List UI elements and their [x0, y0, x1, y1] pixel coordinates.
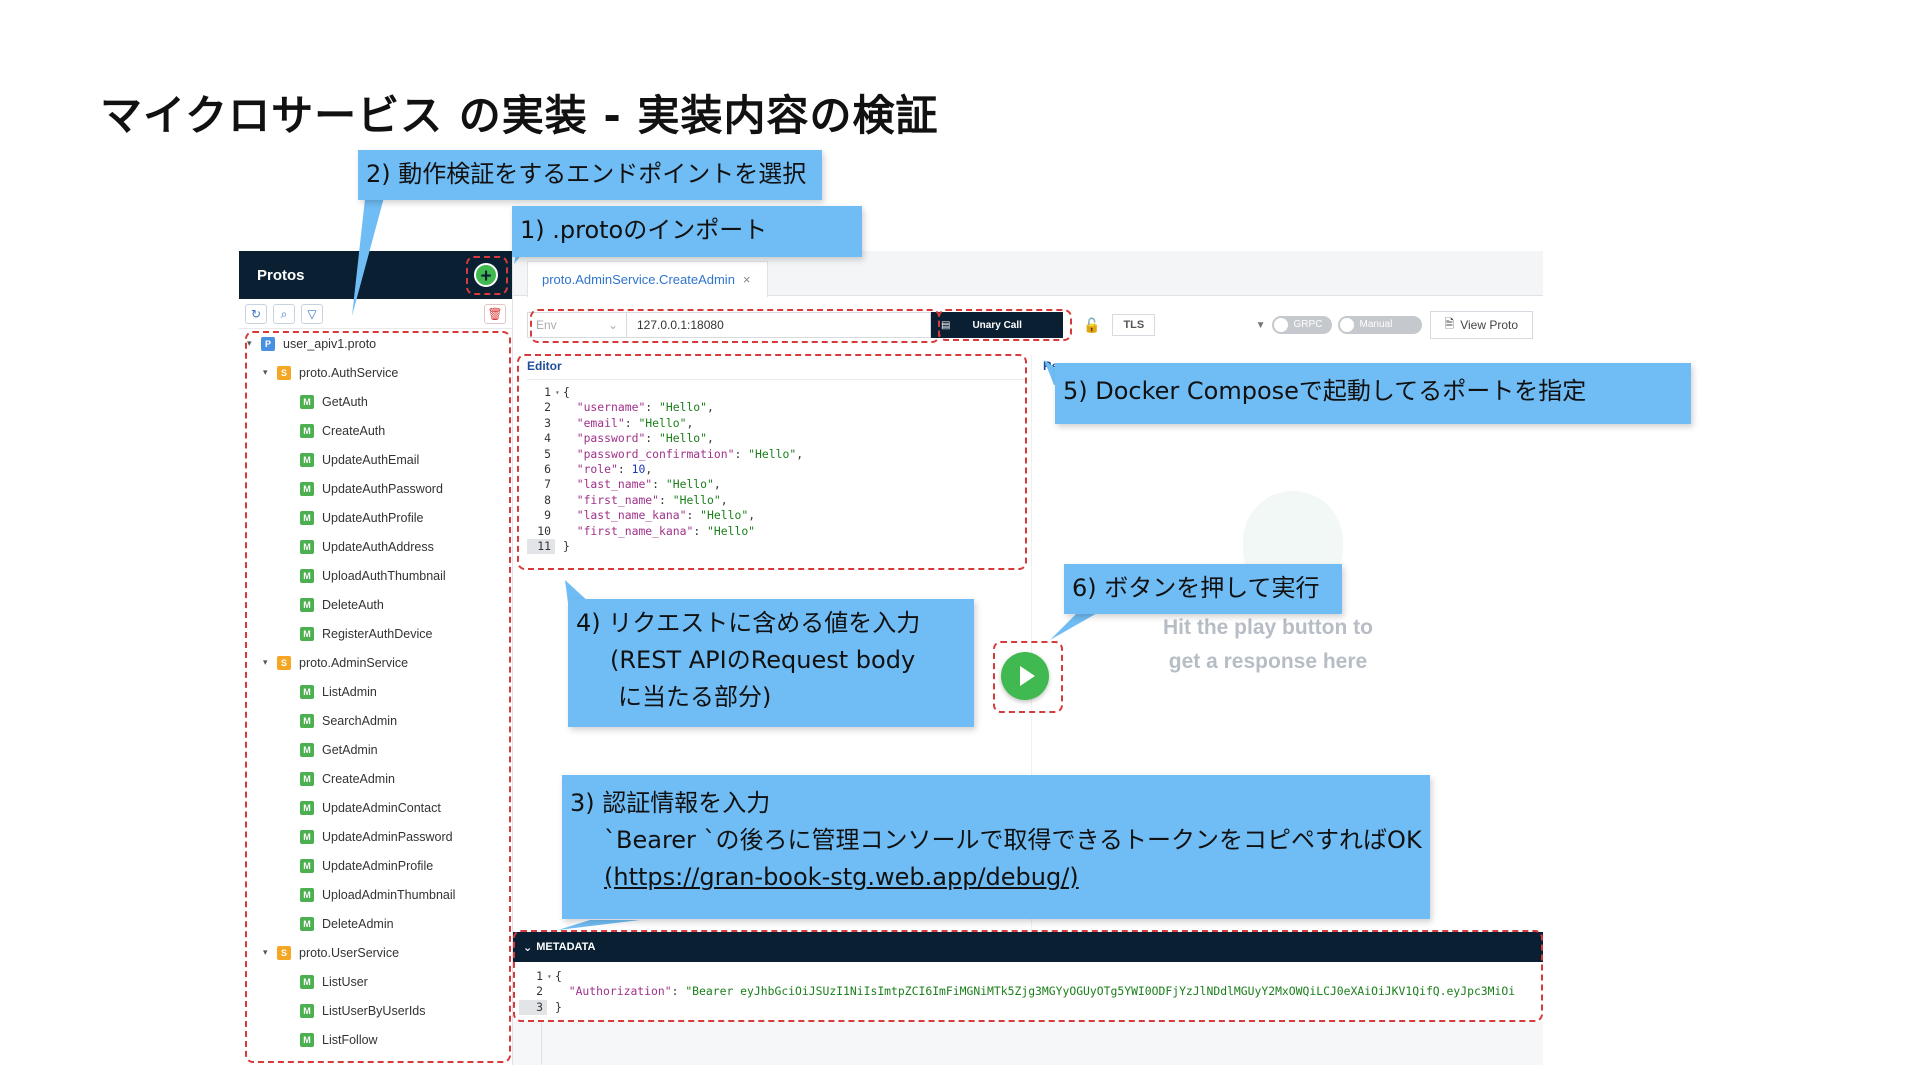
search-icon[interactable]: ⌕: [273, 303, 295, 324]
callout-6-text: 6) ボタンを押して実行: [1072, 574, 1320, 602]
callout-select-endpoint: 2) 動作検証をするエンドポイントを選択: [358, 150, 822, 200]
refresh-icon[interactable]: ↻: [245, 303, 267, 324]
callout-3-line1: 3) 認証情報を入力: [570, 789, 771, 817]
response-placeholder: Hit the play button to get a response he…: [1133, 611, 1403, 679]
callout-4-body: 4) リクエストに含める値を入力 (REST APIのRequest body …: [568, 599, 974, 722]
callout-port: 5) Docker Composeで起動してるポートを指定: [1055, 363, 1691, 424]
manual-toggle[interactable]: Manual: [1337, 316, 1422, 334]
trash-icon[interactable]: 🗑: [484, 303, 506, 324]
slide-title: マイクロサービス の実装 - 実装内容の検証: [100, 91, 939, 140]
tab-label: proto.AdminService.CreateAdmin: [542, 272, 735, 287]
close-icon[interactable]: ×: [743, 272, 751, 287]
callout-3-body: 3) 認証情報を入力 `Bearer `の後ろに管理コンソールで取得できるトーク…: [562, 775, 1430, 902]
highlight-add-button: [466, 256, 508, 295]
callout-import-proto: 1) .protoのインポート: [512, 206, 862, 257]
sidebar-title: Protos: [257, 266, 305, 284]
metadata-empty-area: [513, 1021, 1543, 1065]
response-placeholder-line2: get a response here: [1168, 650, 1368, 673]
caret-down-icon[interactable]: ▼: [1256, 320, 1266, 331]
tab-create-admin[interactable]: proto.AdminService.CreateAdmin ×: [527, 261, 768, 297]
callout-5-text: 5) Docker Composeで起動してるポートを指定: [1063, 377, 1587, 405]
callout-2-text: 2) 動作検証をするエンドポイントを選択: [366, 160, 807, 188]
callout-4-line1: 4) リクエストに含める値を入力: [576, 609, 921, 637]
view-proto-button[interactable]: 🗎 View Proto: [1429, 311, 1533, 339]
sidebar-toolbar: ↻ ⌕ ▽ 🗑: [239, 299, 512, 329]
tls-button[interactable]: TLS: [1112, 314, 1156, 336]
callout-4-line2: (REST APIのRequest body: [610, 646, 916, 674]
toggle-group: ▼ GRPC Manual: [1256, 316, 1422, 334]
highlight-editor: [517, 354, 1027, 570]
callout-auth: 3) 認証情報を入力 `Bearer `の後ろに管理コンソールで取得できるトーク…: [562, 775, 1430, 919]
callout-4-line3: に当たる部分): [618, 683, 772, 711]
view-proto-label: View Proto: [1460, 318, 1518, 332]
highlight-tree: [245, 331, 511, 1063]
highlight-url: [530, 309, 940, 343]
debug-link[interactable]: (https://gran-book-stg.web.app/debug/): [570, 859, 1422, 896]
tab-bar: proto.AdminService.CreateAdmin ×: [513, 251, 1543, 297]
response-placeholder-line1: Hit the play button to: [1163, 616, 1373, 639]
highlight-play: [993, 641, 1063, 713]
lock-icon[interactable]: 🔓: [1083, 317, 1100, 334]
filter-icon[interactable]: ▽: [301, 303, 323, 324]
document-icon: 🗎: [1444, 316, 1455, 331]
callout-request-body: 4) リクエストに含める値を入力 (REST APIのRequest body …: [568, 599, 974, 727]
callout-3-line2: `Bearer `の後ろに管理コンソールで取得できるトークンをコピペすればOK: [604, 826, 1422, 854]
callout-run: 6) ボタンを押して実行: [1064, 564, 1342, 614]
grpc-toggle[interactable]: GRPC: [1271, 316, 1332, 334]
callout-1-text: 1) .protoのインポート: [520, 216, 768, 244]
highlight-metadata: [513, 930, 1543, 1022]
highlight-unary: [938, 309, 1072, 341]
